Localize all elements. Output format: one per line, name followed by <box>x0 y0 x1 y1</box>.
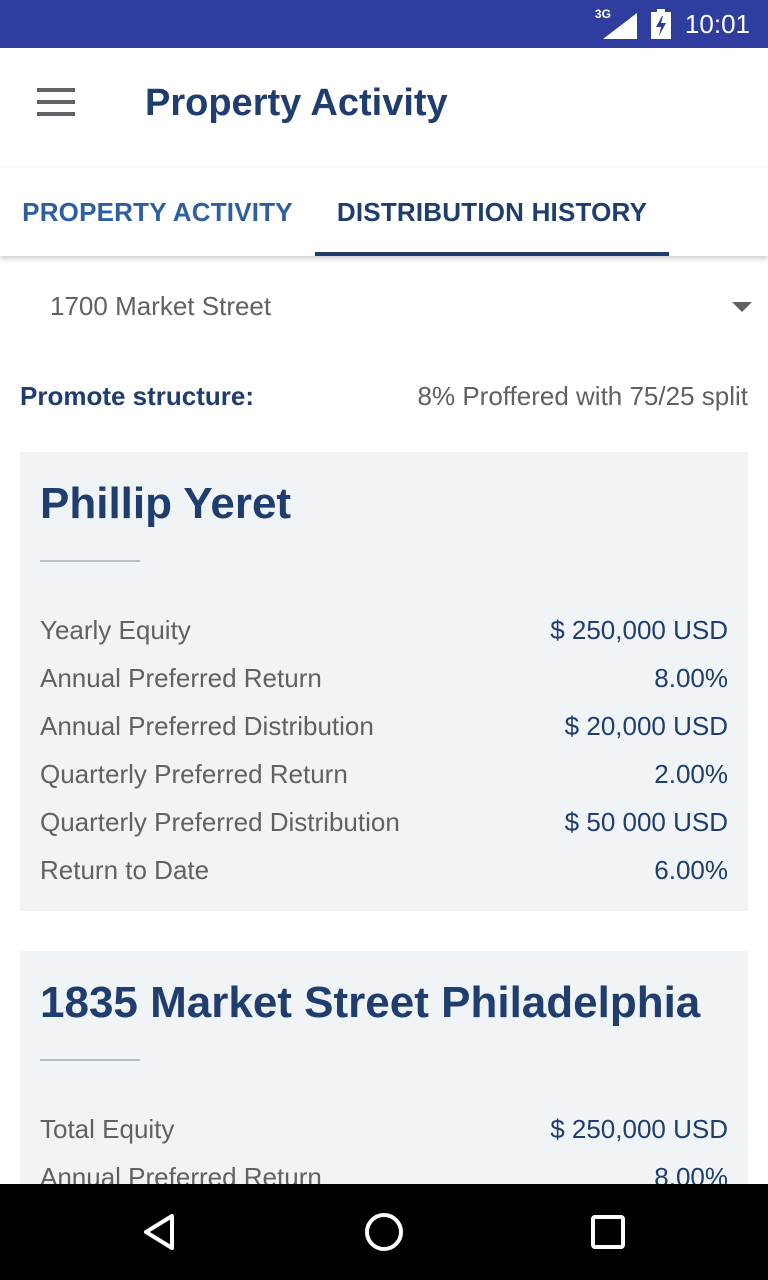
detail-row: Annual Preferred Return 8.00% <box>40 1153 728 1185</box>
detail-row: Annual Preferred Distribution $ 20,000 U… <box>40 702 728 750</box>
status-time: 10:01 <box>684 8 750 39</box>
network-signal-icon: 3G <box>595 7 637 39</box>
detail-label: Annual Preferred Distribution <box>40 710 374 741</box>
card-title: 1835 Market Street Philadelphia <box>40 978 701 1027</box>
investor-card: Phillip Yeret Yearly Equity $ 250,000 US… <box>20 452 748 911</box>
hamburger-menu-icon[interactable] <box>22 74 90 130</box>
tab-property-activity[interactable]: PROPERTY ACTIVITY <box>0 168 315 256</box>
promote-structure: Promote structure: 8% Proffered with 75/… <box>20 376 748 416</box>
detail-value: $ 20,000 USD <box>564 710 728 741</box>
detail-row: Quarterly Preferred Distribution $ 50 00… <box>40 798 728 846</box>
detail-label: Yearly Equity <box>40 614 191 645</box>
system-nav-bar <box>0 1184 768 1280</box>
back-triangle-icon[interactable] <box>130 1204 190 1260</box>
property-select-value: 1700 Market Street <box>50 290 272 321</box>
detail-value: 8.00% <box>654 1161 728 1185</box>
tab-distribution-history[interactable]: DISTRIBUTION HISTORY <box>315 168 669 256</box>
detail-value: $ 50 000 USD <box>564 806 728 837</box>
promote-structure-label: Promote structure: <box>20 380 255 411</box>
detail-label: Return to Date <box>40 854 210 885</box>
detail-row: Total Equity $ 250,000 USD <box>40 1105 728 1153</box>
detail-row: Return to Date 6.00% <box>40 846 728 894</box>
app-bar: Property Activity <box>0 48 768 168</box>
detail-value: 6.00% <box>654 854 728 885</box>
detail-value: 8.00% <box>654 662 728 693</box>
dropdown-arrow-icon <box>732 302 752 312</box>
page-title: Property Activity <box>145 82 448 124</box>
detail-value: $ 250,000 USD <box>550 614 728 645</box>
detail-row: Quarterly Preferred Return 2.00% <box>40 750 728 798</box>
home-circle-icon[interactable] <box>354 1204 414 1260</box>
selected-tab-indicator <box>315 252 669 256</box>
tab-bar: PROPERTY ACTIVITY DISTRIBUTION HISTORY <box>0 168 768 256</box>
detail-label: Annual Preferred Return <box>40 1161 322 1185</box>
detail-label: Quarterly Preferred Distribution <box>40 806 400 837</box>
promote-structure-value: 8% Proffered with 75/25 split <box>417 380 748 411</box>
detail-row: Annual Preferred Return 8.00% <box>40 654 728 702</box>
card-title: Phillip Yeret <box>40 479 292 528</box>
battery-icon <box>650 9 671 39</box>
property-card: 1835 Market Street Philadelphia Total Eq… <box>20 951 748 1184</box>
detail-value: $ 250,000 USD <box>550 1113 728 1144</box>
recents-square-icon[interactable] <box>578 1204 638 1260</box>
screen: 3G 10:01 Property Activity PROPERTY ACTI… <box>0 0 768 1280</box>
divider <box>40 1059 140 1061</box>
detail-value: 2.00% <box>654 758 728 789</box>
status-bar: 3G 10:01 <box>0 0 768 48</box>
property-select[interactable]: 1700 Market Street <box>30 276 758 336</box>
divider <box>40 560 140 562</box>
detail-label: Quarterly Preferred Return <box>40 758 348 789</box>
detail-label: Annual Preferred Return <box>40 662 322 693</box>
detail-label: Total Equity <box>40 1113 175 1144</box>
main-content: 1700 Market Street Promote structure: 8%… <box>0 256 768 1184</box>
detail-row: Yearly Equity $ 250,000 USD <box>40 606 728 654</box>
